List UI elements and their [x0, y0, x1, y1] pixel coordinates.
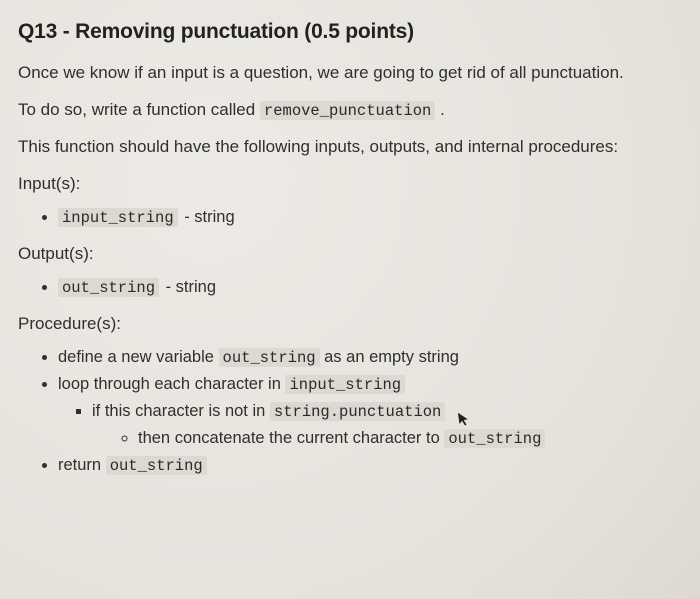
intro-paragraph-3: This function should have the following … [18, 136, 678, 159]
procedures-sub-sublist: then concatenate the current character t… [92, 427, 678, 450]
list-item: then concatenate the current character t… [138, 427, 678, 450]
output-param-code: out_string [58, 278, 159, 297]
p2-post-text: . [435, 100, 444, 119]
intro-paragraph-2: To do so, write a function called remove… [18, 99, 678, 122]
list-item: input_string - string [58, 206, 678, 229]
proc1-post: as an empty string [320, 348, 459, 366]
question-title: Q13 - Removing punctuation (0.5 points) [18, 18, 678, 46]
procedures-list: define a new variable out_string as an e… [18, 346, 678, 477]
proc2-pre: loop through each character in [58, 375, 285, 393]
list-item: if this character is not in string.punct… [92, 400, 678, 450]
proc3-code: string.punctuation [270, 402, 445, 421]
list-item: return out_string [58, 454, 678, 477]
proc3-pre: if this character is not in [92, 402, 270, 420]
proc5-code: out_string [106, 456, 207, 475]
outputs-label: Output(s): [18, 243, 678, 266]
intro-paragraph-1: Once we know if an input is a question, … [18, 62, 678, 85]
proc1-pre: define a new variable [58, 348, 219, 366]
proc1-code: out_string [219, 348, 320, 367]
proc4-pre: then concatenate the current character t… [138, 429, 444, 447]
proc5-pre: return [58, 456, 106, 474]
function-name-code: remove_punctuation [260, 101, 435, 120]
inputs-list: input_string - string [18, 206, 678, 229]
outputs-list: out_string - string [18, 276, 678, 299]
list-item: loop through each character in input_str… [58, 373, 678, 450]
proc2-code: input_string [285, 375, 405, 394]
list-item: define a new variable out_string as an e… [58, 346, 678, 369]
input-param-type: - string [180, 208, 235, 226]
input-param-code: input_string [58, 208, 178, 227]
inputs-label: Input(s): [18, 173, 678, 196]
procedures-label: Procedure(s): [18, 313, 678, 336]
output-param-type: - string [161, 278, 216, 296]
p2-pre-text: To do so, write a function called [18, 100, 260, 119]
proc4-code: out_string [444, 429, 545, 448]
procedures-sublist: if this character is not in string.punct… [58, 400, 678, 450]
list-item: out_string - string [58, 276, 678, 299]
